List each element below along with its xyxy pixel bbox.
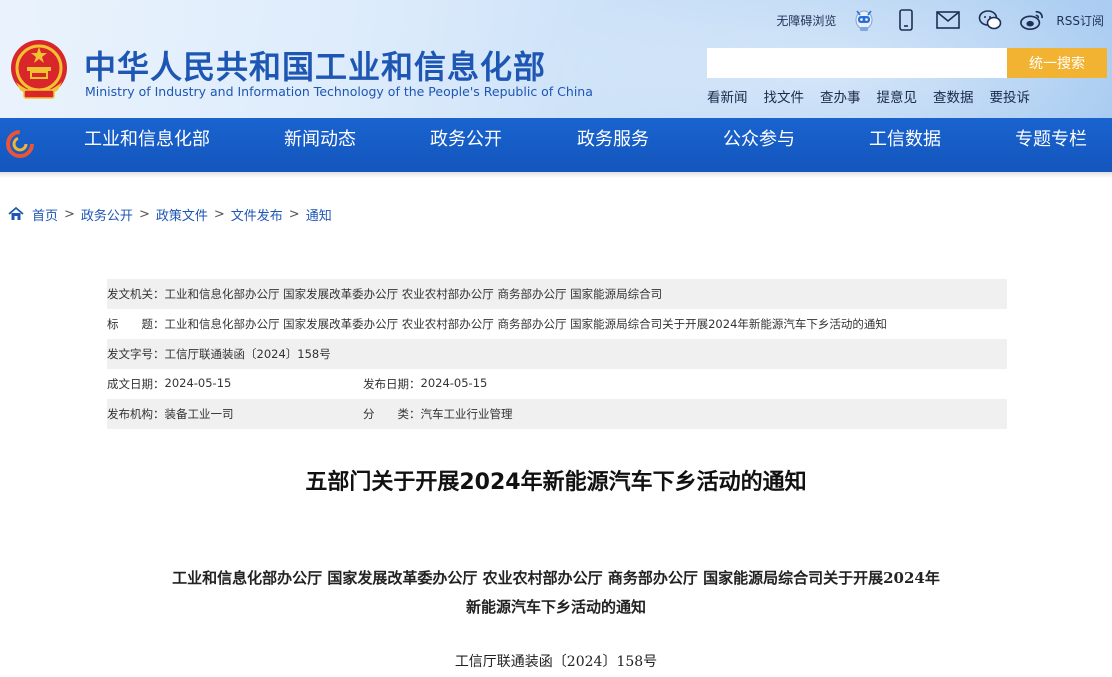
national-emblem-icon[interactable] bbox=[8, 38, 70, 102]
meta-label: 发布机构： bbox=[107, 407, 165, 421]
meta-published-cell: 发布日期： 2024-05-15 bbox=[363, 376, 487, 392]
meta-row-docno: 发文字号： 工信厅联通装函〔2024〕158号 bbox=[107, 339, 1007, 369]
article-subtitle-line: 工业和信息化部办公厅 国家发展改革委办公厅 农业农村部办公厅 商务部办公厅 国家… bbox=[172, 569, 940, 587]
quick-links: 看新闻 找文件 查办事 提意见 查数据 要投诉 bbox=[707, 86, 1046, 106]
search-input[interactable] bbox=[707, 48, 1007, 78]
nav-item-data[interactable]: 工信数据 bbox=[869, 118, 941, 172]
article-title: 五部门关于开展2024年新能源汽车下乡活动的通知 bbox=[305, 470, 807, 495]
breadcrumb-separator: > bbox=[138, 206, 150, 222]
breadcrumb-policy-files[interactable]: 政策文件 bbox=[156, 205, 208, 224]
main-nav: 工业和信息化部 新闻动态 政务公开 政务服务 公众参与 工信数据 专题专栏 bbox=[0, 118, 1112, 172]
quick-link-data[interactable]: 查数据 bbox=[933, 86, 974, 106]
mobile-icon[interactable] bbox=[894, 8, 918, 32]
article-subtitle: 工业和信息化部办公厅 国家发展改革委办公厅 农业农村部办公厅 商务部办公厅 国家… bbox=[112, 564, 1000, 622]
site-title[interactable]: 中华人民共和国工业和信息化部 bbox=[84, 42, 546, 88]
site-subtitle-en: Ministry of Industry and Information Tec… bbox=[85, 84, 593, 99]
breadcrumb-separator: > bbox=[288, 206, 300, 222]
quick-link-feedback[interactable]: 提意见 bbox=[877, 86, 918, 106]
meta-category-cell: 分 类： 汽车工业行业管理 bbox=[363, 406, 513, 422]
meta-created-value: 2024-05-15 bbox=[164, 376, 232, 390]
meta-label: 发文机关： bbox=[107, 287, 165, 301]
meta-docno-value: 工信厅联通装函〔2024〕158号 bbox=[164, 347, 331, 361]
nav-item-home[interactable]: 工业和信息化部 bbox=[84, 118, 210, 172]
meta-row-issuer: 发文机关： 工业和信息化部办公厅 国家发展改革委办公厅 农业农村部办公厅 商务部… bbox=[107, 279, 1007, 309]
nav-item-participation[interactable]: 公众参与 bbox=[723, 118, 795, 172]
quick-link-complaint[interactable]: 要投诉 bbox=[990, 86, 1031, 106]
meta-category-value: 汽车工业行业管理 bbox=[420, 407, 513, 421]
wechat-icon[interactable] bbox=[978, 8, 1002, 32]
weibo-icon[interactable] bbox=[1020, 8, 1044, 32]
rss-link[interactable]: RSS订阅 bbox=[1056, 12, 1104, 29]
breadcrumb-separator: > bbox=[64, 206, 75, 222]
quick-link-files[interactable]: 找文件 bbox=[764, 86, 805, 106]
breadcrumb-separator: > bbox=[213, 206, 225, 222]
search-field[interactable] bbox=[707, 48, 1007, 78]
breadcrumb: 首页 > 政务公开 > 政策文件 > 文件发布 > 通知 bbox=[8, 205, 332, 224]
nav-item-topics[interactable]: 专题专栏 bbox=[1015, 118, 1087, 172]
meta-issuer-value: 工业和信息化部办公厅 国家发展改革委办公厅 农业农村部办公厅 商务部办公厅 国家… bbox=[164, 287, 663, 301]
breadcrumb-notice[interactable]: 通知 bbox=[306, 205, 332, 224]
robot-assistant-icon[interactable] bbox=[852, 8, 876, 32]
accessibility-link[interactable]: 无障碍浏览 bbox=[776, 12, 836, 29]
meta-org-value: 装备工业一司 bbox=[164, 407, 234, 421]
quick-link-news[interactable]: 看新闻 bbox=[707, 86, 748, 106]
top-links: 无障碍浏览 RSS订阅 bbox=[776, 6, 1104, 34]
breadcrumb-file-release[interactable]: 文件发布 bbox=[231, 205, 283, 224]
quick-link-services[interactable]: 查办事 bbox=[820, 86, 861, 106]
meta-label: 发文字号： bbox=[107, 347, 165, 361]
meta-org-cell: 发布机构： 装备工业一司 bbox=[107, 406, 234, 422]
meta-label: 成文日期： bbox=[107, 377, 165, 391]
site-header: 中华人民共和国工业和信息化部 Ministry of Industry and … bbox=[0, 0, 1112, 118]
mail-icon[interactable] bbox=[936, 8, 961, 32]
meta-row-org: 发布机构： 装备工业一司 分 类： 汽车工业行业管理 bbox=[107, 399, 1007, 429]
nav-item-services[interactable]: 政务服务 bbox=[577, 118, 649, 172]
breadcrumb-home[interactable]: 首页 bbox=[32, 205, 58, 224]
meta-title-value: 工业和信息化部办公厅 国家发展改革委办公厅 农业农村部办公厅 商务部办公厅 国家… bbox=[164, 317, 887, 331]
search-button[interactable]: 统一搜索 bbox=[1007, 48, 1107, 78]
meta-label: 发布日期： bbox=[363, 377, 421, 391]
document-meta-table: 发文机关： 工业和信息化部办公厅 国家发展改革委办公厅 农业农村部办公厅 商务部… bbox=[107, 279, 1007, 429]
nav-item-gov-affairs[interactable]: 政务公开 bbox=[430, 118, 502, 172]
article-doc-number: 工信厅联通装函〔2024〕158号 bbox=[454, 654, 658, 670]
meta-row-dates: 成文日期： 2024-05-15 发布日期： 2024-05-15 bbox=[107, 369, 1007, 399]
article-subtitle-line: 新能源汽车下乡活动的通知 bbox=[465, 598, 646, 616]
home-icon[interactable] bbox=[8, 206, 24, 222]
meta-published-value: 2024-05-15 bbox=[420, 376, 488, 390]
meta-label: 分 类： bbox=[363, 407, 421, 421]
meta-label: 标 题： bbox=[107, 317, 165, 331]
nav-item-news[interactable]: 新闻动态 bbox=[284, 118, 356, 172]
meta-row-title: 标 题： 工业和信息化部办公厅 国家发展改革委办公厅 农业农村部办公厅 商务部办… bbox=[107, 309, 1007, 339]
breadcrumb-gov-affairs[interactable]: 政务公开 bbox=[81, 205, 133, 224]
meta-created-cell: 成文日期： 2024-05-15 bbox=[107, 376, 231, 392]
nav-shadow bbox=[0, 172, 1112, 178]
site-logo-icon[interactable] bbox=[6, 130, 34, 158]
